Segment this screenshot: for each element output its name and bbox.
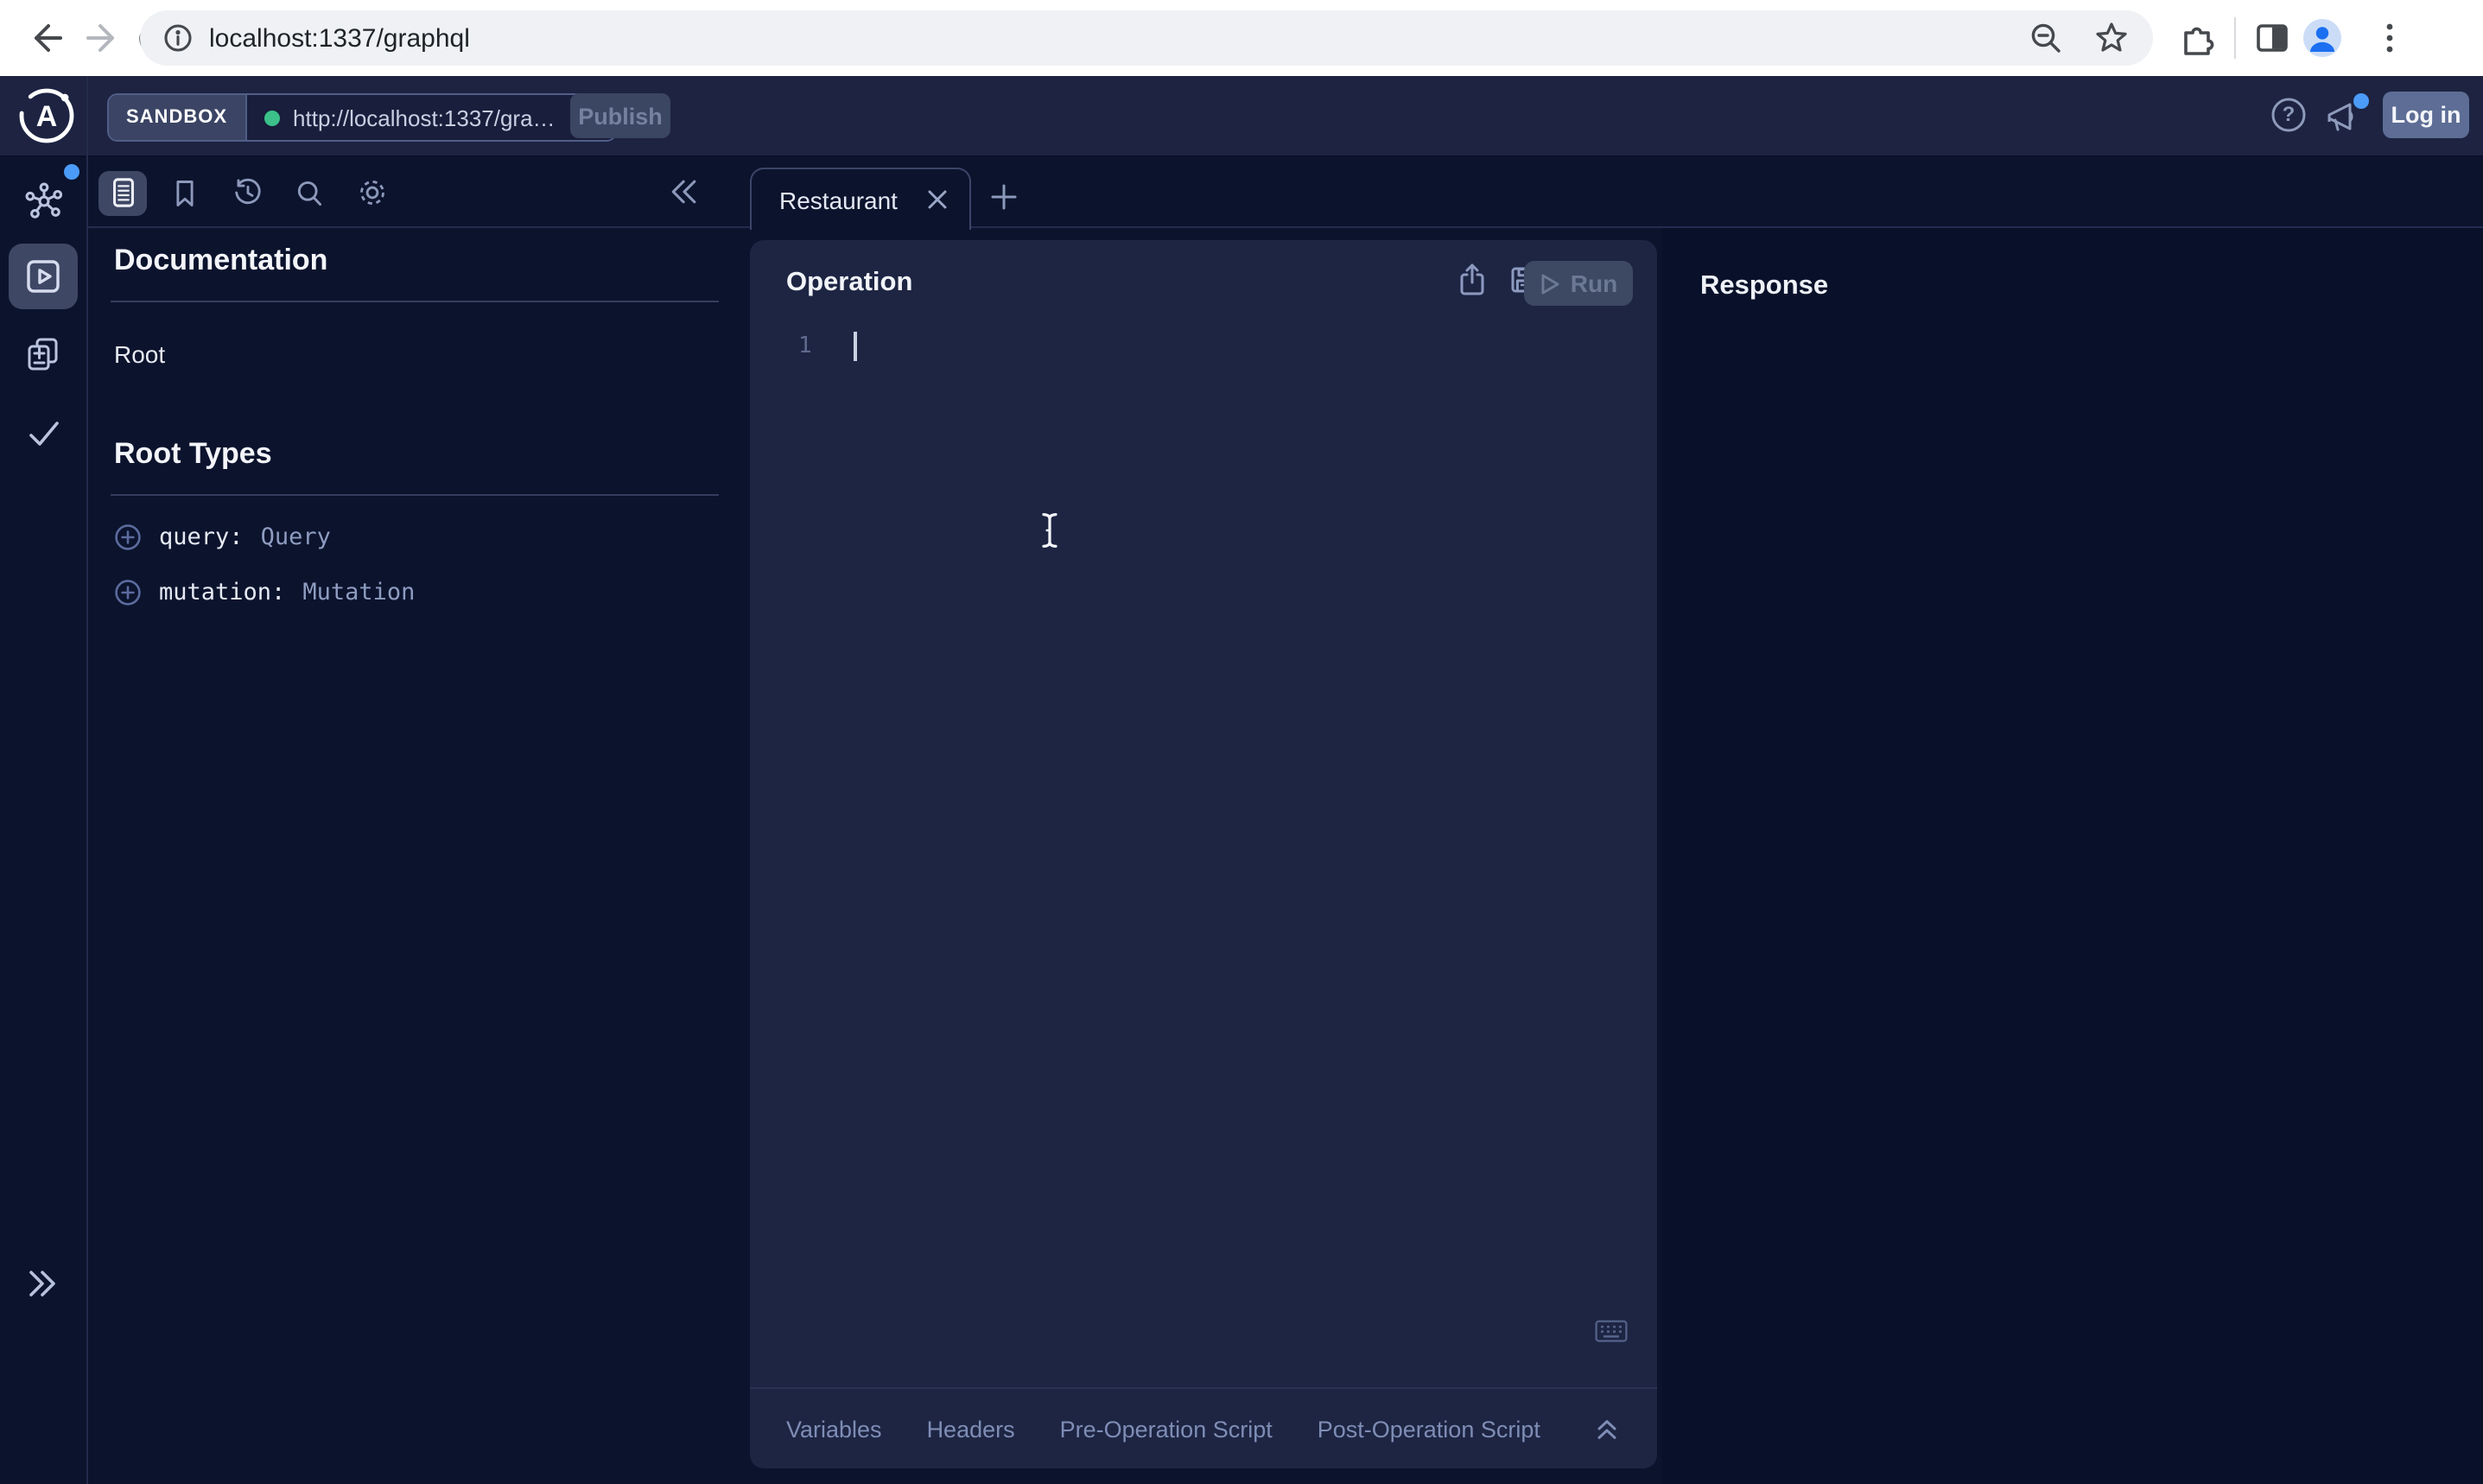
share-operation-icon[interactable] (1455, 261, 1489, 299)
endpoint-url-box[interactable]: http://localhost:1337/gra… (246, 95, 616, 140)
run-button-label: Run (1571, 270, 1617, 297)
nav-changelog-icon[interactable] (24, 335, 62, 373)
docs-tab-history-icon[interactable] (223, 170, 271, 215)
nav-explorer-active[interactable] (9, 244, 78, 309)
browser-profile-avatar[interactable] (2303, 19, 2341, 57)
operation-panel: Operation Run 1 Variables Headers Pre-Op… (750, 240, 1657, 1468)
tab-close-icon[interactable] (926, 188, 949, 211)
sandbox-badge-label: SANDBOX (126, 107, 227, 128)
publish-button[interactable]: Publish (570, 93, 670, 138)
editor-line-number: 1 (798, 333, 812, 359)
nav-schema-graph-icon[interactable] (24, 181, 64, 221)
footer-headers-link[interactable]: Headers (927, 1416, 1015, 1442)
browser-address-bar[interactable]: localhost:1337/graphql (140, 10, 2153, 66)
endpoint-chip: SANDBOX http://localhost:1337/gra… (107, 93, 618, 142)
endpoint-status-dot (264, 110, 279, 125)
collapse-docs-panel-icon[interactable] (667, 174, 702, 209)
add-field-icon[interactable] (114, 579, 142, 606)
schema-notification-dot (64, 164, 79, 180)
apollo-logo-letter: A (17, 100, 76, 135)
footer-post-operation-script-link[interactable]: Post-Operation Script (1318, 1416, 1540, 1442)
editor-caret (854, 332, 857, 361)
operation-footer-bar: Variables Headers Pre-Operation Script P… (750, 1387, 1657, 1468)
side-panel-icon[interactable] (2253, 19, 2291, 57)
documentation-panel: Documentation Root Root Types query: Que… (86, 157, 743, 1484)
expand-sidebar-icon[interactable] (22, 1265, 60, 1303)
field-type-link[interactable]: Query (261, 523, 331, 551)
endpoint-url[interactable]: http://localhost:1337/gra… (293, 105, 556, 130)
tabstrip-underline (86, 226, 2483, 228)
login-button[interactable]: Log in (2383, 92, 2469, 138)
sandbox-badge: SANDBOX (109, 95, 246, 140)
zoom-out-icon[interactable] (2029, 21, 2063, 55)
help-glyph: ? (2270, 102, 2307, 126)
response-title: Response (1700, 271, 1828, 302)
browser-back-icon[interactable] (28, 19, 66, 57)
keyboard-shortcuts-icon[interactable] (1595, 1320, 1628, 1342)
docs-tab-settings-gear-icon[interactable] (347, 170, 396, 215)
operation-title: Operation (786, 268, 912, 299)
browser-forward-icon[interactable] (83, 19, 121, 57)
docs-root-item[interactable]: Root (114, 340, 719, 368)
response-panel: Response (1662, 228, 2483, 1484)
address-url[interactable]: localhost:1337/graphql (209, 23, 2029, 53)
add-field-icon[interactable] (114, 523, 142, 551)
docs-field-query[interactable]: query: Query (114, 523, 719, 551)
field-type-link[interactable]: Mutation (302, 579, 415, 606)
toolbar-divider (2234, 17, 2236, 59)
docs-divider (111, 301, 719, 302)
bookmark-star-icon[interactable] (2094, 21, 2129, 55)
docs-title: Documentation (114, 244, 719, 278)
docs-root-types-title: Root Types (114, 437, 719, 472)
browser-menu-icon[interactable] (2371, 19, 2409, 57)
docs-tab-documentation-active[interactable] (98, 170, 147, 215)
footer-pre-operation-script-link[interactable]: Pre-Operation Script (1060, 1416, 1273, 1442)
docs-tab-bookmarks-icon[interactable] (161, 170, 209, 215)
docs-toolbar (86, 157, 743, 228)
mouse-ibeam-cursor (1038, 511, 1061, 549)
help-icon[interactable]: ? (2270, 97, 2307, 133)
run-button[interactable]: Run (1524, 261, 1633, 306)
site-info-icon[interactable] (161, 21, 195, 55)
new-tab-icon[interactable] (988, 181, 1019, 212)
field-name[interactable]: query: (159, 523, 244, 551)
nav-checks-icon[interactable] (24, 415, 62, 453)
docs-divider (111, 494, 719, 496)
footer-variables-link[interactable]: Variables (786, 1416, 882, 1442)
apollo-logo[interactable]: A (17, 86, 76, 145)
tab-restaurant[interactable]: Restaurant (750, 168, 971, 230)
field-name[interactable]: mutation: (159, 579, 285, 606)
announcements-notification-dot (2353, 93, 2369, 109)
docs-tab-search-icon[interactable] (285, 170, 333, 215)
apollo-sandbox-app: localhost:1337/graphql A (0, 0, 2483, 1484)
docs-field-mutation[interactable]: mutation: Mutation (114, 579, 719, 606)
docs-body: Documentation Root Root Types query: Que… (111, 244, 719, 606)
browser-toolbar: localhost:1337/graphql (0, 0, 2483, 76)
tab-label[interactable]: Restaurant (779, 186, 926, 213)
collapse-footer-chevrons-icon[interactable] (1593, 1416, 1621, 1442)
extensions-icon[interactable] (2179, 19, 2217, 57)
